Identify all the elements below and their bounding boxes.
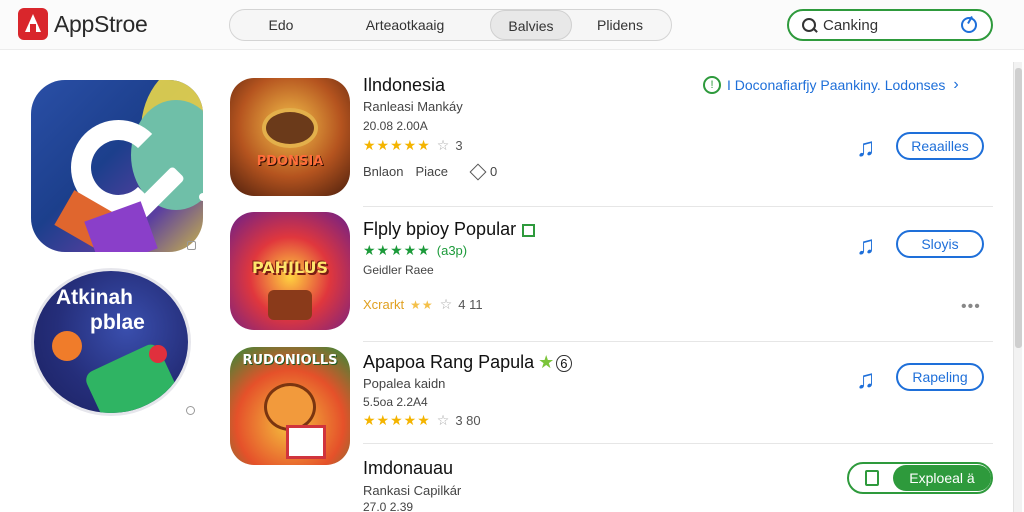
tile-decoration: [82, 341, 186, 413]
app-extra-mid: Piace: [415, 164, 449, 179]
divider: [363, 341, 993, 342]
app-subtitle: Popalea kaidn: [363, 376, 446, 391]
app-extra-left: Bnlaon: [363, 164, 404, 179]
featured-title: Atkinah: [56, 286, 134, 309]
verified-badge-icon: [522, 223, 536, 237]
rating-row: ★★★★★ ☆ 3: [363, 137, 463, 154]
tile-decoration: [199, 193, 203, 201]
app-store-logo-icon: [18, 8, 48, 40]
rating-tag: (a3p): [436, 243, 468, 258]
featured-app-tile-1[interactable]: [31, 80, 203, 252]
app-extra-right: 4 11: [458, 297, 483, 312]
tab-balvies[interactable]: Balvies: [490, 10, 572, 40]
icon-text: PDONSIA: [256, 154, 324, 169]
voice-search-icon[interactable]: [961, 17, 977, 33]
star-rating: ★★★★★: [363, 242, 431, 258]
info-icon[interactable]: [186, 406, 195, 415]
app-icon[interactable]: PDONSIA: [230, 78, 350, 196]
star-rating: ★★★★★: [363, 412, 431, 428]
ranking-link-label: I Doconafiarfjy Paankiny. Lodonses: [727, 77, 946, 93]
app-meta: 20.08 2.00A: [363, 119, 428, 133]
search-bar[interactable]: [787, 9, 993, 41]
app-action-button-3[interactable]: Rapeling: [896, 363, 984, 391]
star-empty-icon: ☆: [439, 296, 453, 312]
star-empty-icon: ☆: [436, 137, 450, 153]
chevron-right-icon: ›: [953, 76, 959, 93]
rating-count: 3: [455, 138, 463, 153]
app-name: AppStroe: [54, 10, 148, 37]
app-name-text: Apapoa Rang Papula: [363, 352, 535, 372]
nav-tabs: Edo Arteaotkaaig Balvies Plidens: [229, 9, 672, 41]
install-button-group[interactable]: Exploeal ä: [847, 462, 993, 494]
star-rating: ★★★★★: [363, 137, 431, 153]
app-meta: Geidler Raee: [363, 263, 434, 277]
app-name-4[interactable]: Imdonauau: [363, 458, 453, 479]
featured-app-tile-2[interactable]: Atkinah pblae: [31, 268, 191, 416]
app-meta: 27.0 2.39: [363, 500, 414, 512]
tag-icon: [469, 163, 487, 180]
shopping-bag-icon: [865, 470, 879, 486]
app-name-text: Flply bpioy Popular: [363, 219, 517, 239]
scrollbar-thumb[interactable]: [1015, 68, 1022, 348]
icon-text: PAHILUS: [251, 258, 329, 277]
info-icon: 6: [556, 355, 572, 372]
app-extra-left: Xcrarkt: [363, 297, 405, 312]
rating-row: ★★★★★ (a3p): [363, 242, 467, 259]
app-subtitle: Rankasi Capilkár: [363, 483, 462, 498]
app-extra-row: Bnlaon Piace 0: [363, 163, 498, 180]
ranking-link[interactable]: ! I Doconafiarfjy Paankiny. Lodonses ›: [703, 76, 959, 94]
star-badge-icon: ★: [538, 352, 555, 372]
music-icon[interactable]: [856, 132, 878, 163]
rating-row: Xcrarkt ★★ ☆ 4 11: [363, 296, 483, 313]
music-icon[interactable]: [856, 230, 878, 261]
app-icon[interactable]: RUDONIOLLS: [230, 347, 350, 465]
icon-art: [286, 425, 326, 459]
app-action-button-1[interactable]: Reaailles: [896, 132, 984, 160]
star-empty-icon: ☆: [436, 412, 450, 428]
scrollbar[interactable]: [1013, 62, 1022, 512]
app-extra-right: 0: [490, 164, 498, 179]
star-rating-small: ★★: [410, 297, 434, 312]
app-name-3[interactable]: Apapoa Rang Papula ★ 6: [363, 352, 572, 373]
search-icon: [789, 11, 823, 39]
app-logo[interactable]: AppStroe: [18, 8, 148, 40]
app-meta: 5.5oa 2.2A4: [363, 395, 428, 409]
tab-arteaotkaaig[interactable]: Arteaotkaaig: [320, 10, 490, 40]
divider: [363, 206, 993, 207]
app-name-1[interactable]: Ilndonesia: [363, 75, 445, 96]
rating-count: 3 80: [455, 413, 481, 428]
icon-art: [262, 108, 318, 148]
more-icon[interactable]: •••: [961, 298, 981, 316]
app-name-2[interactable]: Flply bpioy Popular: [363, 219, 536, 240]
app-action-button-2[interactable]: Sloyis: [896, 230, 984, 258]
rating-row: ★★★★★ ☆ 3 80: [363, 412, 481, 429]
top-bar: AppStroe Edo Arteaotkaaig Balvies Pliden…: [0, 0, 1024, 50]
music-icon[interactable]: [856, 364, 878, 395]
tile-decoration: [149, 345, 167, 363]
app-icon[interactable]: PAHILUS: [230, 212, 350, 330]
divider: [363, 443, 993, 444]
icon-art: [264, 383, 316, 431]
featured-subtitle: pblae: [90, 311, 145, 334]
search-input[interactable]: [823, 16, 951, 34]
icon-text: RUDONIOLLS: [242, 353, 338, 368]
app-subtitle: Ranleasi Mankáy: [363, 99, 463, 114]
ranking-icon: !: [703, 76, 721, 94]
icon-art: [268, 290, 312, 320]
app-action-button-4[interactable]: Exploeal ä: [893, 465, 991, 491]
info-icon[interactable]: [187, 241, 196, 250]
tab-edo[interactable]: Edo: [230, 10, 320, 40]
tab-plidens[interactable]: Plidens: [572, 10, 668, 40]
tile-decoration: [52, 331, 82, 361]
